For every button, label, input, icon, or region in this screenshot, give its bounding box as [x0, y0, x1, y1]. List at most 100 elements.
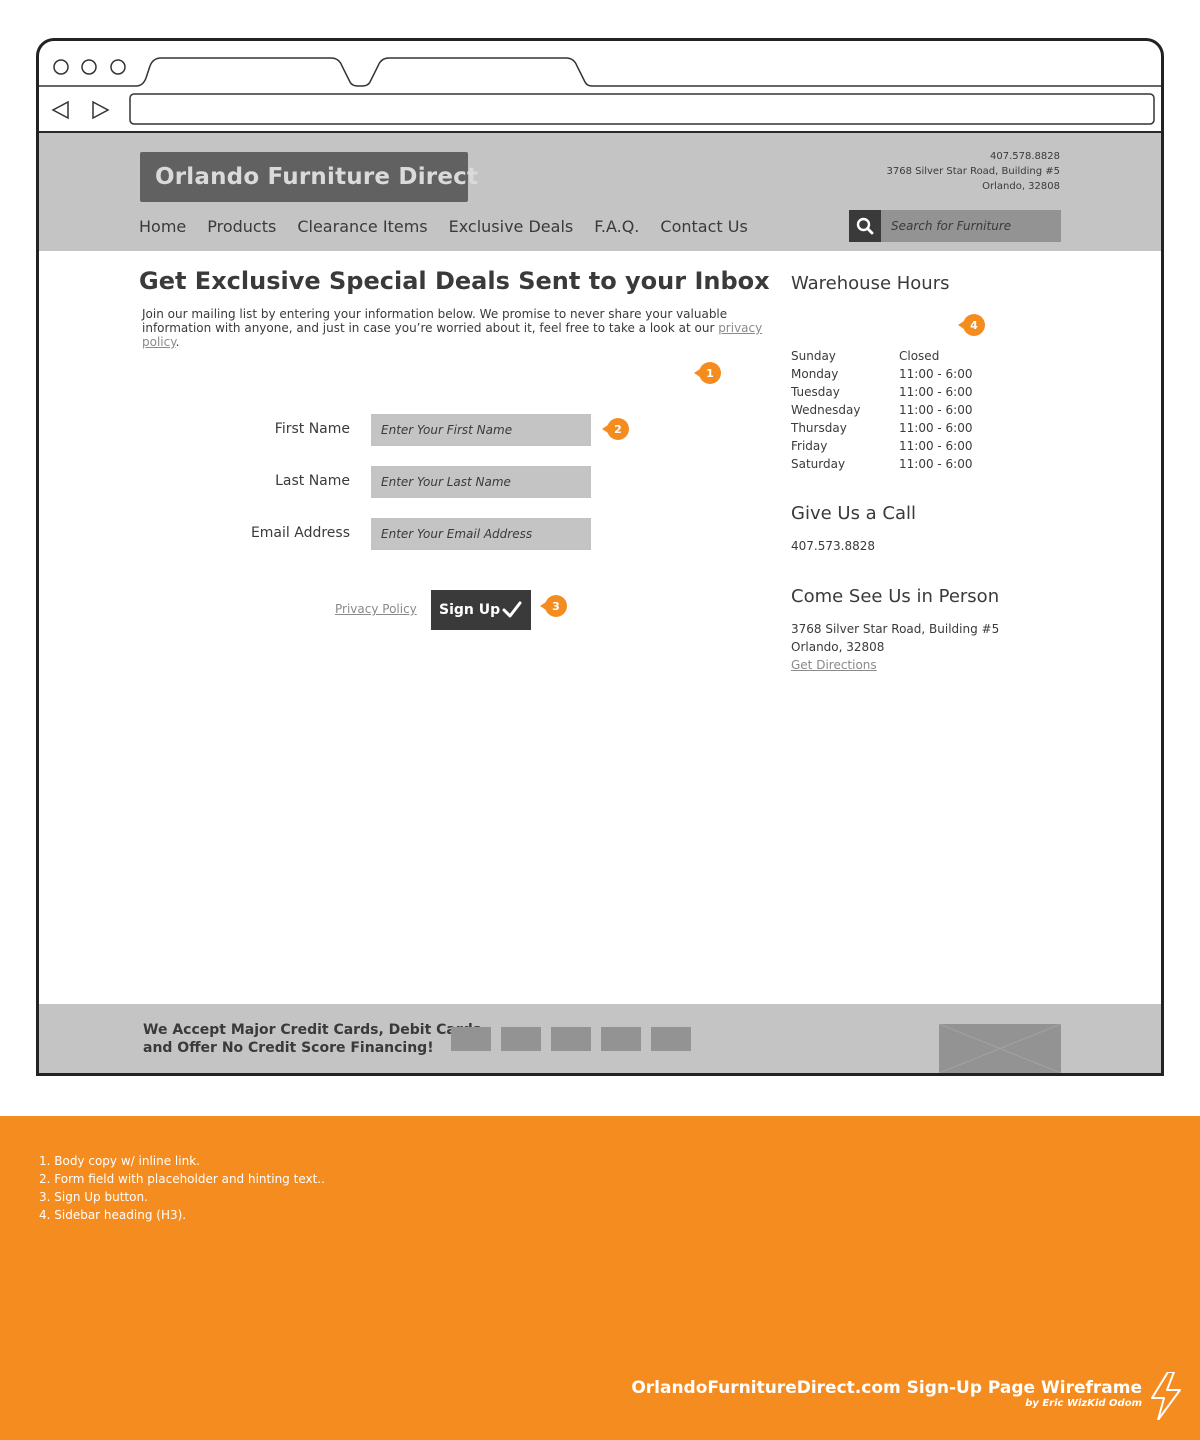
header-phone: 407.578.8828	[990, 151, 1060, 162]
visit-address-line2: Orlando, 32808	[791, 640, 885, 654]
page-title: Get Exclusive Special Deals Sent to your…	[139, 267, 770, 295]
callout-marker: 4	[958, 314, 985, 336]
last-name-field[interactable]	[371, 466, 591, 498]
site-logo[interactable]: Orlando Furniture Direct	[140, 152, 478, 202]
hours-row: Friday 11:00 - 6:00	[791, 437, 973, 455]
hours-time: 11:00 - 6:00	[899, 421, 973, 435]
hours-day: Tuesday	[791, 385, 840, 399]
window-control-minimize-icon[interactable]	[81, 59, 97, 75]
hours-table: Sunday Closed Monday 11:00 - 6:00 Tuesday 1…	[791, 347, 973, 473]
email-field[interactable]	[371, 518, 591, 550]
first-name-row: First Name	[199, 414, 599, 446]
callout-number: 3	[552, 600, 560, 613]
email-label: Email Address	[250, 525, 350, 541]
intro-end: .	[175, 335, 180, 349]
forward-arrow-icon[interactable]	[92, 100, 110, 120]
browser-chrome	[36, 57, 1164, 125]
checkmark-icon	[502, 601, 522, 618]
email-row: Email Address	[199, 518, 599, 550]
search-icon	[856, 217, 874, 235]
privacy-policy-link[interactable]: Privacy Policy	[335, 602, 417, 616]
footer-text-line1: We Accept Major Credit Cards, Debit Card…	[143, 1022, 482, 1038]
sign-up-label: Sign Up	[439, 602, 501, 618]
hours-day: Saturday	[791, 457, 846, 471]
image-placeholder-icon	[939, 1024, 1061, 1073]
header-address-line2: Orlando, 32808	[982, 181, 1060, 192]
browser-window: Orlando Furniture Direct 407.578.8828 37…	[36, 38, 1164, 1076]
annotation-note: 3. Sign Up button.	[39, 1190, 148, 1204]
nav-item-contact[interactable]: Contact Us	[660, 217, 747, 236]
hours-time: 11:00 - 6:00	[899, 403, 973, 417]
search-input[interactable]	[881, 210, 1061, 242]
get-directions-link[interactable]: Get Directions	[791, 656, 999, 674]
hours-day: Friday	[791, 439, 828, 453]
search-button[interactable]	[849, 210, 881, 242]
callout-marker: 3	[540, 595, 567, 617]
header-address-line1: 3768 Silver Star Road, Building #5	[886, 166, 1060, 177]
main-nav: Home Products Clearance Items Exclusive …	[139, 217, 769, 236]
window-control-close-icon[interactable]	[53, 59, 69, 75]
warehouse-hours-heading: Warehouse Hours	[791, 273, 950, 294]
hours-row: Monday 11:00 - 6:00	[791, 365, 973, 383]
page-viewport: Orlando Furniture Direct 407.578.8828 37…	[39, 131, 1161, 1073]
hours-day: Thursday	[791, 421, 847, 435]
annotation-note: 4. Sidebar heading (H3).	[39, 1208, 187, 1222]
site-footer: We Accept Major Credit Cards, Debit Card…	[39, 1004, 1161, 1073]
wireframe-credit: OrlandoFurnitureDirect.com Sign-Up Page …	[631, 1378, 1142, 1409]
credit-card-icon	[451, 1027, 491, 1051]
credit-card-icon	[651, 1027, 691, 1051]
site-header: Orlando Furniture Direct 407.578.8828 37…	[39, 131, 1161, 251]
call-phone: 407.573.8828	[791, 539, 875, 553]
sign-up-button[interactable]: Sign Up	[431, 590, 531, 630]
intro-text: Join our mailing list by entering your i…	[142, 307, 767, 349]
annotation-panel: 1. Body copy w/ inline link. 2. Form fie…	[0, 1116, 1200, 1440]
callout-number: 1	[706, 367, 714, 380]
credit-card-icon	[501, 1027, 541, 1051]
intro-body: Join our mailing list by entering your i…	[142, 307, 728, 335]
search-bar	[849, 210, 1061, 242]
footer-text-line2: and Offer No Credit Score Financing!	[143, 1040, 434, 1056]
header-contact: 407.578.8828 3768 Silver Star Road, Buil…	[886, 149, 1060, 194]
hours-row: Thursday 11:00 - 6:00	[791, 419, 973, 437]
hours-time: 11:00 - 6:00	[899, 385, 973, 399]
callout-marker: 1	[694, 362, 721, 384]
nav-item-home[interactable]: Home	[139, 217, 186, 236]
hours-row: Wednesday 11:00 - 6:00	[791, 401, 973, 419]
visit-heading: Come See Us in Person	[791, 586, 1000, 607]
callout-number: 4	[970, 319, 978, 332]
first-name-field[interactable]	[371, 414, 591, 446]
lightning-bolt-icon	[1151, 1372, 1181, 1420]
hours-row: Tuesday 11:00 - 6:00	[791, 383, 973, 401]
credit-card-icon	[551, 1027, 591, 1051]
browser-tabs[interactable]	[36, 57, 1164, 87]
last-name-label: Last Name	[275, 473, 350, 489]
callout-number: 2	[614, 423, 622, 436]
nav-item-faq[interactable]: F.A.Q.	[594, 217, 639, 236]
hours-time: 11:00 - 6:00	[899, 457, 973, 471]
window-control-maximize-icon[interactable]	[110, 59, 126, 75]
nav-item-products[interactable]: Products	[207, 217, 276, 236]
nav-item-exclusive-deals[interactable]: Exclusive Deals	[449, 217, 574, 236]
wireframe-author: by Eric WizKid Odom	[1025, 1398, 1142, 1409]
hours-time: 11:00 - 6:00	[899, 367, 973, 381]
hours-day: Sunday	[791, 349, 836, 363]
address-bar[interactable]	[129, 93, 1155, 125]
annotation-notes: 1. Body copy w/ inline link. 2. Form fie…	[39, 1152, 325, 1224]
hours-day: Monday	[791, 367, 839, 381]
last-name-row: Last Name	[199, 466, 599, 498]
credit-card-icon	[601, 1027, 641, 1051]
hours-time: 11:00 - 6:00	[899, 439, 973, 453]
wireframe-title: OrlandoFurnitureDirect.com Sign-Up Page …	[631, 1378, 1142, 1398]
back-arrow-icon[interactable]	[51, 100, 69, 120]
hours-day: Wednesday	[791, 403, 861, 417]
visit-address-line1: 3768 Silver Star Road, Building #5	[791, 622, 1000, 636]
visit-address: 3768 Silver Star Road, Building #5 Orlan…	[791, 620, 999, 674]
footer-payment-text: We Accept Major Credit Cards, Debit Card…	[143, 1021, 481, 1057]
call-heading: Give Us a Call	[791, 503, 917, 524]
first-name-label: First Name	[274, 421, 350, 437]
hours-time: Closed	[899, 349, 940, 363]
annotation-note: 1. Body copy w/ inline link.	[39, 1154, 200, 1168]
nav-item-clearance[interactable]: Clearance Items	[297, 217, 427, 236]
callout-marker: 2	[602, 418, 629, 440]
hours-row: Saturday 11:00 - 6:00	[791, 455, 973, 473]
